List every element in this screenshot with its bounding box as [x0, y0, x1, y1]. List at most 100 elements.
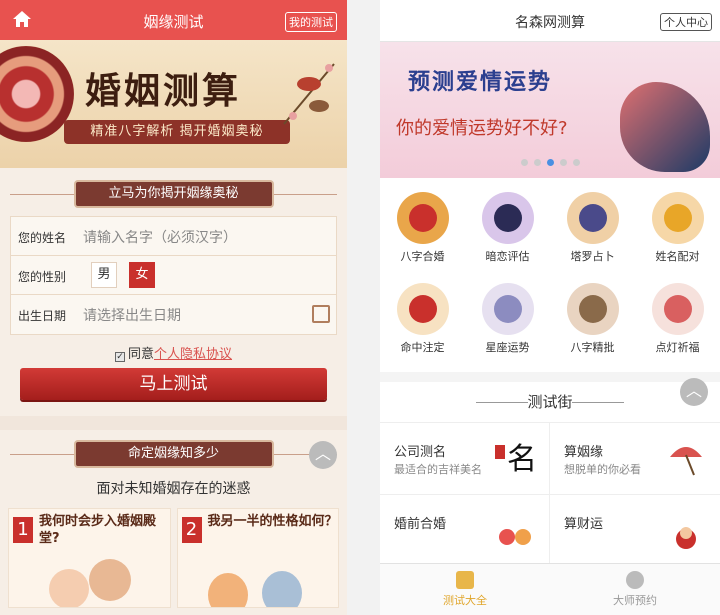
name-input[interactable]: 请输入名字（必须汉字）	[83, 227, 237, 247]
love-banner[interactable]: 预测爱情运势 你的爱情运势好不好?	[380, 42, 720, 178]
question-card[interactable]: 2 我另一半的性格如何？	[176, 508, 339, 608]
birth-label: 出生日期	[18, 309, 67, 323]
category-item[interactable]: 命中注定	[380, 277, 465, 368]
category-icon-inner	[578, 204, 607, 232]
male-option[interactable]: 男	[91, 262, 117, 288]
category-label: 姓名配对	[655, 250, 700, 263]
bride-illustration-icon	[49, 569, 89, 607]
question-card[interactable]: 1 我何时会步入婚姻殿堂?	[8, 508, 171, 608]
street-item-desc: 最适合的吉祥美名	[394, 463, 482, 476]
street-grid: 公司测名 最适合的吉祥美名 名 算姻缘 想脱单的你必看 婚前合婚 算财运	[380, 422, 720, 567]
marriage-banner[interactable]: 婚姻测算 精准八字解析 揭开婚姻奥秘	[0, 40, 347, 168]
card-text: 我何时会步入婚姻殿堂?	[39, 514, 157, 546]
silhouette-question-icon	[207, 573, 248, 607]
carousel-dot-active[interactable]	[546, 159, 554, 166]
category-label: 暗恋评估	[485, 250, 530, 263]
form-section-header: 立马为你揭开姻缘奥秘	[0, 168, 347, 208]
start-test-button[interactable]: 马上测试	[20, 368, 327, 400]
scroll-top-icon[interactable]: ︿	[680, 378, 708, 406]
street-item[interactable]: 婚前合婚	[380, 495, 550, 567]
name-label: 您的姓名	[18, 231, 67, 245]
street-item[interactable]: 公司测名 最适合的吉祥美名 名	[380, 423, 550, 495]
banner-ribbon: 精准八字解析 揭开婚姻奥秘	[64, 120, 290, 144]
street-title: 测试街	[527, 393, 573, 411]
carousel-dot[interactable]	[572, 159, 580, 166]
tab-label: 测试大全	[443, 594, 487, 607]
fortune-god-icon	[676, 527, 696, 549]
carousel-dots	[380, 151, 720, 170]
category-label: 八字合婚	[400, 250, 445, 263]
category-icon-inner	[408, 204, 437, 232]
birth-row: 出生日期 请选择出生日期	[11, 295, 336, 334]
calendar-icon[interactable]	[312, 305, 330, 323]
privacy-link[interactable]: 个人隐私协议	[154, 347, 232, 362]
street-item-name: 婚前合婚	[394, 517, 447, 532]
section-badge: 立马为你揭开姻缘奥秘	[73, 180, 274, 208]
calligraphy-name-icon: 名	[495, 442, 535, 477]
couple-icon	[499, 529, 531, 545]
carousel-dot[interactable]	[520, 159, 528, 166]
birth-date-input[interactable]: 请选择出生日期	[83, 305, 181, 325]
category-item[interactable]: 暗恋评估	[465, 186, 550, 277]
category-item[interactable]: 姓名配对	[635, 186, 720, 277]
carousel-dot[interactable]	[559, 159, 567, 166]
category-item[interactable]: 八字精批	[550, 277, 635, 368]
category-icon	[481, 192, 534, 244]
section2-header: 命定姻缘知多少	[0, 430, 347, 468]
scroll-top-icon[interactable]: ︿	[309, 441, 337, 469]
street-item[interactable]: 算财运	[550, 495, 720, 567]
banner-subtitle: 你的爱情运势好不好?	[396, 118, 568, 139]
card-text: 我另一半的性格如何？	[207, 514, 338, 529]
category-label: 八字精批	[570, 341, 615, 354]
category-icon-inner	[493, 295, 522, 323]
category-icon	[396, 283, 449, 335]
category-label: 塔罗占卜	[570, 250, 615, 263]
card-number: 1	[13, 517, 33, 543]
street-item-name: 公司测名	[394, 445, 447, 460]
groom-illustration-icon	[89, 559, 131, 601]
category-icon	[651, 283, 704, 335]
street-item[interactable]: 算姻缘 想脱单的你必看	[550, 423, 720, 495]
agree-text: 同意	[127, 347, 154, 362]
street-title-row: 测试街	[380, 382, 720, 422]
category-item[interactable]: 星座运势	[465, 277, 550, 368]
umbrella-icon	[670, 447, 702, 476]
street-item-name: 算姻缘	[564, 445, 604, 460]
category-grid: 八字合婚 暗恋评估 塔罗占卜 姓名配对命中注定 星座运势 八字精批 点灯祈福	[380, 178, 720, 372]
section2-subtitle: 面对未知婚姻存在的迷惑	[96, 481, 251, 497]
tab-master-booking[interactable]: 大师预约	[550, 564, 720, 615]
category-icon-inner	[408, 295, 437, 323]
chat-icon	[626, 571, 644, 589]
decorative-wheel-icon	[0, 46, 74, 142]
category-icon-inner	[493, 204, 522, 232]
tests-icon	[456, 571, 474, 589]
question-cards: 1 我何时会步入婚姻殿堂? 2 我另一半的性格如何？	[8, 508, 339, 608]
card-number: 2	[181, 517, 202, 543]
user-center-button[interactable]: 个人中心	[660, 13, 712, 31]
category-icon-inner	[663, 295, 692, 323]
banner-title: 预测爱情运势	[408, 69, 553, 95]
svg-text:名: 名	[507, 442, 535, 477]
banner-title: 婚姻测算	[85, 70, 242, 112]
category-item[interactable]: 点灯祈福	[635, 277, 720, 368]
category-icon	[396, 192, 449, 244]
my-test-button[interactable]: 我的测试	[285, 12, 337, 32]
bottom-tab-bar: 测试大全 大师预约	[380, 563, 720, 615]
left-phone-screen: 姻缘测试 我的测试 婚姻测算 精准八字解析 揭开婚姻奥秘 立马为你揭开姻缘奥秘 …	[0, 0, 347, 615]
female-option[interactable]: 女	[129, 262, 155, 288]
left-header: 姻缘测试 我的测试	[0, 0, 347, 40]
divider	[476, 402, 528, 403]
right-phone-screen: 名森网测算 个人中心 预测爱情运势 你的爱情运势好不好? 八字合婚 暗恋评估 塔罗占…	[380, 0, 720, 615]
street-item-name: 算财运	[564, 517, 604, 532]
category-item[interactable]: 八字合婚	[380, 186, 465, 277]
tab-all-tests[interactable]: 测试大全	[380, 564, 550, 615]
agree-checkbox[interactable]: ✓	[114, 352, 125, 362]
category-icon	[481, 283, 534, 335]
category-item[interactable]: 塔罗占卜	[550, 186, 635, 277]
carousel-dot[interactable]	[533, 159, 541, 166]
test-form: 您的姓名 请输入名字（必须汉字） 您的性别 男 女 出生日期 请选择出生日期	[10, 216, 337, 335]
gender-row: 您的性别 男 女	[11, 256, 336, 295]
category-label: 点灯祈福	[655, 341, 700, 354]
divider	[572, 402, 624, 403]
bird-branch-icon	[283, 63, 335, 125]
